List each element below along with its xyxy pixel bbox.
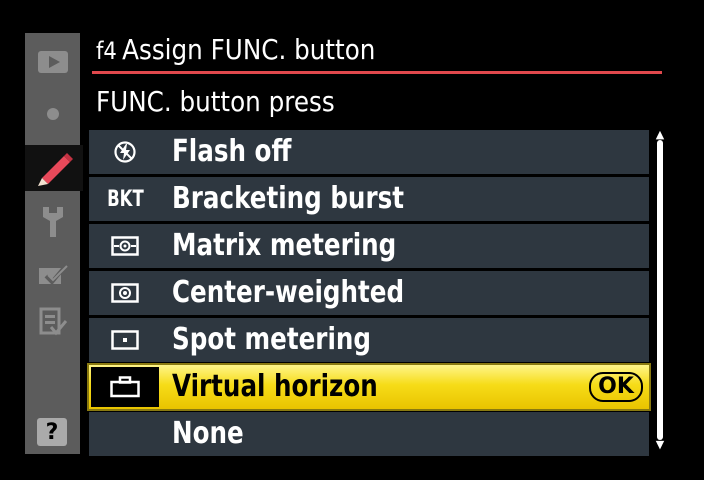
bkt-icon: BKT: [89, 177, 161, 221]
pencil-icon: [38, 153, 73, 186]
list-item-selected[interactable]: Virtual horizon OK: [87, 363, 651, 411]
scroll-down-icon: ▼: [655, 438, 665, 451]
list-item[interactable]: Flash off: [89, 130, 649, 174]
page-title: f4 Assign FUNC. button: [96, 30, 598, 72]
option-label: Matrix metering: [172, 228, 397, 263]
tab-my-menu[interactable]: [25, 299, 80, 345]
option-label: Virtual horizon: [172, 369, 378, 404]
option-label: Center-weighted: [172, 275, 405, 310]
option-label: None: [172, 416, 244, 451]
camera-icon: [46, 108, 59, 120]
matrix-metering-icon: [89, 224, 161, 268]
list-item[interactable]: Matrix metering: [89, 224, 649, 268]
flash-off-icon: [89, 130, 161, 174]
wrench-icon: [42, 207, 63, 237]
center-weighted-icon: [89, 271, 161, 315]
retouch-icon: [38, 262, 68, 285]
tab-shooting[interactable]: [25, 91, 80, 137]
scroll-up-icon: ▲: [655, 128, 665, 141]
option-label: Spot metering: [172, 322, 372, 357]
tab-retouch[interactable]: [25, 251, 80, 297]
tab-setup[interactable]: [25, 199, 80, 245]
playback-icon: [37, 51, 68, 73]
menu-code: f4: [96, 37, 117, 65]
scrollbar[interactable]: ▲ ▼: [654, 128, 666, 451]
menu-screen: ? f4 Assign FUNC. button FUNC. button pre…: [0, 0, 704, 480]
my-menu-icon: [39, 307, 67, 336]
title-text: Assign FUNC. button: [122, 33, 376, 66]
empty-icon-slot: [89, 412, 161, 456]
help-icon[interactable]: ?: [37, 418, 67, 446]
bkt-icon-text: BKT: [106, 186, 144, 212]
list-item[interactable]: Spot metering: [89, 318, 649, 362]
tab-playback[interactable]: [25, 39, 80, 85]
list-item[interactable]: None: [89, 412, 649, 456]
spot-metering-icon: [89, 318, 161, 362]
ok-button-hint[interactable]: OK: [589, 372, 643, 402]
option-list: Flash off BKT Bracketing burst Matrix me…: [87, 130, 651, 459]
tab-custom-settings[interactable]: [25, 145, 83, 191]
option-label: Flash off: [172, 134, 292, 169]
title-divider: [92, 71, 662, 74]
menu-tab-bar: [25, 33, 83, 454]
section-subtitle: FUNC. button press: [96, 85, 335, 118]
option-label: Bracketing burst: [172, 181, 404, 216]
virtual-horizon-icon: [91, 367, 159, 407]
scroll-thumb[interactable]: [657, 140, 663, 440]
list-item[interactable]: Center-weighted: [89, 271, 649, 315]
list-item[interactable]: BKT Bracketing burst: [89, 177, 649, 221]
